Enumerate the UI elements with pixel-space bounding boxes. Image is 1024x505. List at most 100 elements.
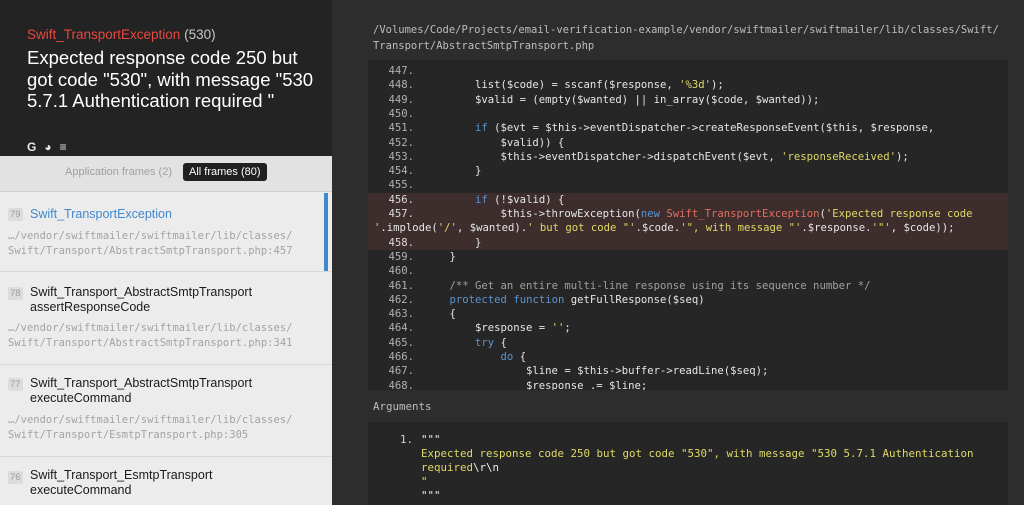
argument-number: 1. (400, 433, 414, 446)
code-text: } (424, 236, 482, 249)
arguments-block: 1. """ Expected response code 250 but go… (368, 422, 1008, 505)
code-line: 449. $valid = (empty($wanted) || in_arra… (368, 93, 1008, 107)
code-text: $valid)) { (424, 136, 565, 149)
code-text: } (424, 250, 456, 263)
frame-name: Swift_TransportException (30, 207, 172, 221)
exception-class-line: Swift_TransportException (530) (27, 27, 332, 43)
line-number: 447. (388, 65, 414, 77)
line-number: 450. (388, 107, 414, 120)
line-number: 460. (388, 265, 414, 278)
file-path[interactable]: /Volumes/Code/Projects/email-verificatio… (373, 23, 999, 54)
argument-line-2-text: required (421, 461, 474, 474)
code-line: 457. $this->throwException(new Swift_Tra… (368, 207, 1008, 222)
frame-item[interactable]: 77 Swift_Transport_AbstractSmtpTransport… (0, 365, 332, 457)
exception-header: Swift_TransportException (530) Expected … (0, 0, 332, 156)
frame-item[interactable]: 78 Swift_Transport_AbstractSmtpTransport… (0, 272, 332, 365)
code-line: '.implode('/', $wanted).' but got code "… (368, 221, 1008, 236)
line-number: 461. (388, 279, 414, 292)
code-line: 467. $line = $this->buffer->readLine($se… (368, 364, 1008, 378)
frame-path: …/vendor/swiftmailer/swiftmailer/lib/cla… (8, 230, 293, 257)
code-text: $response .= $line; (424, 379, 648, 390)
code-line: 466. do { (368, 350, 1008, 364)
line-number: 465. (388, 336, 414, 349)
code-text: do { (500, 351, 527, 363)
code-line: 461. /** Get an entire multi-line respon… (368, 279, 1008, 293)
code-line: 455. (368, 178, 1008, 192)
line-number: 452. (388, 136, 414, 149)
line-number: 455. (388, 179, 414, 192)
code-text: $this->eventDispatcher->dispatchEvent($e… (424, 150, 909, 163)
code-line: 464. $response = ''; (368, 321, 1008, 335)
code-text: try { (475, 336, 507, 349)
frame-name: Swift_Transport_AbstractSmtpTransport ex… (30, 376, 253, 405)
argument-line-3: " (421, 475, 428, 488)
tab-all-frames[interactable]: All frames (80) (183, 163, 267, 181)
arguments-title: Arguments (373, 400, 432, 413)
code-line: 452. $valid)) { (368, 136, 1008, 150)
code-text: if ($evt = $this->eventDispatcher->creat… (475, 122, 935, 135)
line-number: 457. (388, 208, 414, 220)
tab-application-frames[interactable]: Application frames (2) (65, 166, 172, 178)
frame-number: 76 (8, 471, 23, 484)
line-number: 459. (388, 250, 414, 263)
code-line: 456. if (!$valid) { (368, 192, 1008, 207)
code-line: 450. (368, 107, 1008, 121)
code-text: if (!$valid) { (475, 193, 565, 206)
frame-item[interactable]: 79 Swift_TransportException …/vendor/swi… (0, 193, 332, 272)
argument-open-quote: """ (421, 433, 441, 446)
frame-item[interactable]: 76 Swift_Transport_EsmtpTransport execut… (0, 457, 332, 505)
line-number: 449. (388, 93, 414, 106)
exception-code: (530) (184, 27, 216, 42)
code-text: } (424, 165, 482, 178)
frame-number: 77 (8, 378, 23, 391)
line-number: 466. (388, 351, 414, 363)
code-text: $this->throwException(new Swift_Transpor… (424, 208, 973, 220)
exception-message: Expected response code 250 but got code … (27, 47, 314, 111)
code-text: protected function getFullResponse($seq) (449, 293, 705, 306)
search-icons: G ◕ ≡ (27, 140, 67, 154)
frame-number: 78 (8, 287, 23, 300)
code-line: 463. { (368, 307, 1008, 321)
code-line: 465. try { (368, 336, 1008, 350)
code-line: 460. (368, 264, 1008, 278)
code-line: 451. if ($evt = $this->eventDispatcher->… (368, 121, 1008, 135)
line-number: 448. (388, 79, 414, 92)
line-number: 463. (388, 308, 414, 321)
stackoverflow-icon[interactable]: ≡ (60, 140, 67, 154)
frame-path: …/vendor/swiftmailer/swiftmailer/lib/cla… (8, 414, 293, 441)
code-line: 447. (368, 64, 1008, 78)
line-number: 462. (388, 293, 414, 306)
argument-line-2: required\r\n (421, 461, 499, 475)
code-line: 454. } (368, 164, 1008, 178)
code-text: $line = $this->buffer->readLine($seq); (424, 365, 769, 378)
duckduckgo-icon[interactable]: ◕ (44, 140, 51, 154)
argument-escape: \r\n (473, 461, 500, 474)
frame-name: Swift_Transport_EsmtpTransport executeCo… (30, 468, 213, 497)
code-text: /** Get an entire multi-line response us… (449, 279, 871, 292)
code-text: { (424, 308, 456, 321)
code-line: 458. } (368, 235, 1008, 250)
argument-line-1: Expected response code 250 but got code … (421, 447, 974, 460)
code-text: $valid = (empty($wanted) || in_array($co… (424, 93, 820, 106)
frames-panel: Swift_TransportException (530) Expected … (0, 0, 332, 505)
frames-filter-tabs: Application frames (2) All frames (80) (0, 156, 332, 192)
code-snippet: 447. 448. list($code) = sscanf($response,… (368, 60, 1008, 390)
code-panel: /Volumes/Code/Projects/email-verificatio… (332, 0, 1024, 505)
line-number: 468. (388, 379, 414, 390)
code-text: '.implode('/', $wanted).' but got code "… (374, 222, 955, 235)
google-icon[interactable]: G (27, 140, 36, 154)
frame-name: Swift_Transport_AbstractSmtpTransport as… (30, 285, 253, 314)
code-line: 468. $response .= $line; (368, 379, 1008, 390)
line-number: 451. (388, 122, 414, 135)
exception-class-name: Swift_TransportException (27, 27, 181, 42)
code-line: 462. protected function getFullResponse(… (368, 293, 1008, 307)
code-line: 459. } (368, 250, 1008, 264)
line-number: 454. (388, 165, 414, 178)
line-number: 458. (388, 236, 414, 249)
code-line: 453. $this->eventDispatcher->dispatchEve… (368, 150, 1008, 164)
line-number: 464. (388, 322, 414, 335)
line-number: 453. (388, 150, 414, 163)
frame-number: 79 (8, 208, 23, 221)
argument-close-quote: """ (421, 489, 441, 502)
code-text: list($code) = sscanf($response, '%3d'); (424, 79, 724, 92)
